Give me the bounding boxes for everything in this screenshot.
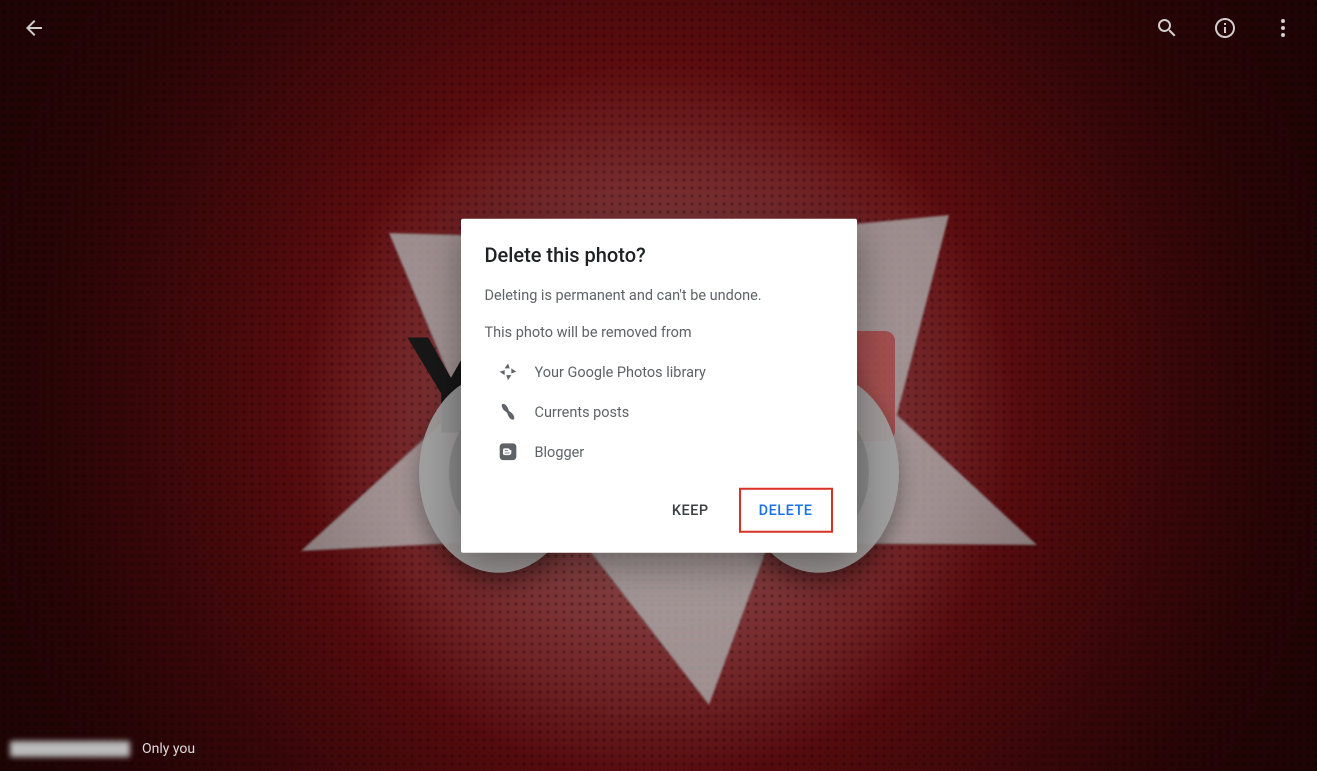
list-item: Your Google Photos library: [485, 352, 833, 392]
dialog-removed-from-text: This photo will be removed from: [485, 322, 833, 344]
blogger-icon: [497, 441, 519, 463]
list-item: Currents posts: [485, 392, 833, 432]
dialog-warning-text: Deleting is permanent and can't be undon…: [485, 284, 833, 306]
info-icon: [1213, 16, 1237, 40]
delete-button[interactable]: DELETE: [745, 492, 827, 529]
keep-button[interactable]: KEEP: [658, 488, 723, 533]
zoom-icon: [1155, 16, 1179, 40]
info-button[interactable]: [1205, 8, 1245, 48]
currents-icon: [497, 401, 519, 423]
owner-name-redacted: [10, 741, 130, 757]
list-item-label: Currents posts: [535, 403, 630, 420]
delete-button-highlight: DELETE: [739, 488, 833, 533]
back-button[interactable]: [14, 8, 54, 48]
photos-pinwheel-icon: [497, 361, 519, 383]
arrow-back-icon: [22, 16, 46, 40]
delete-photo-dialog: Delete this photo? Deleting is permanent…: [461, 218, 857, 553]
more-options-button[interactable]: [1263, 8, 1303, 48]
more-vert-icon: [1271, 16, 1295, 40]
zoom-button[interactable]: [1147, 8, 1187, 48]
dialog-actions: KEEP DELETE: [485, 480, 833, 545]
list-item-label: Blogger: [535, 443, 585, 460]
dialog-title: Delete this photo?: [485, 242, 833, 266]
dialog-removed-from-list: Your Google Photos library Currents post…: [485, 352, 833, 472]
list-item-label: Your Google Photos library: [535, 363, 706, 380]
list-item: Blogger: [485, 432, 833, 472]
visibility-label: Only you: [142, 741, 195, 757]
